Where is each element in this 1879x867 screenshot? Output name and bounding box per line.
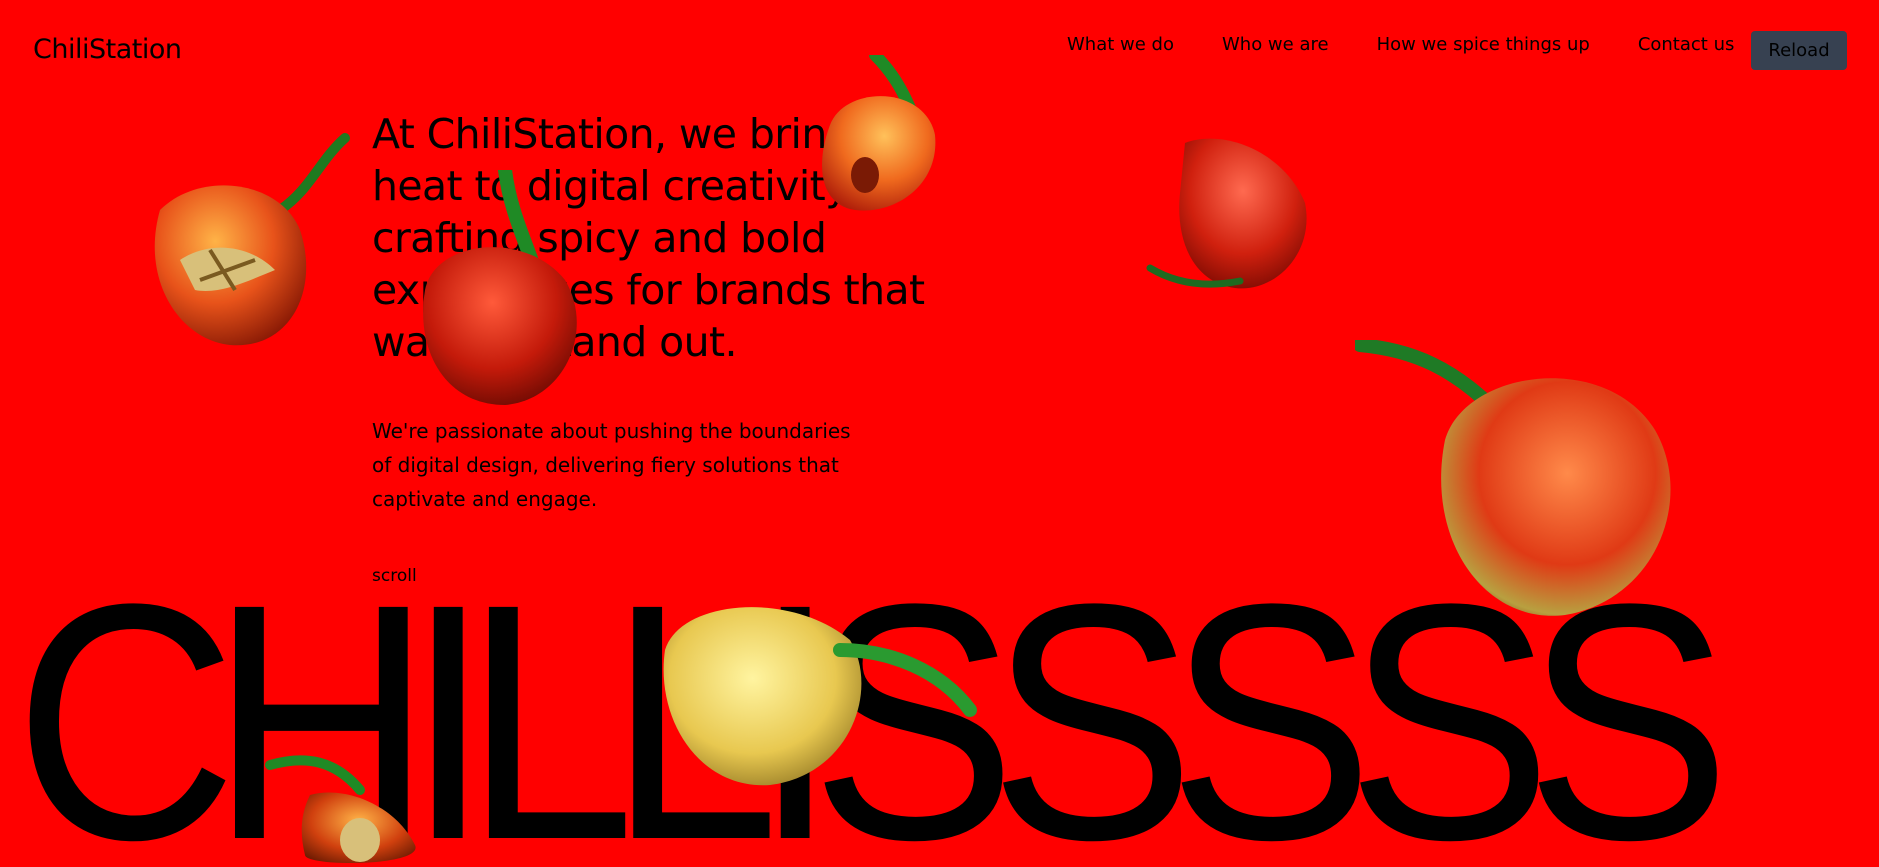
nav-contact-us[interactable]: Contact us [1638, 34, 1735, 55]
nav-how-we-spice[interactable]: How we spice things up [1377, 34, 1590, 55]
hero-lede: We're passionate about pushing the bound… [372, 419, 851, 511]
logo[interactable]: ChiliStation [33, 34, 182, 65]
nav-what-we-do[interactable]: What we do [1067, 34, 1174, 55]
nav-who-we-are[interactable]: Who we are [1222, 34, 1329, 55]
reload-button[interactable]: Reload [1751, 31, 1847, 70]
pepper-image-red-floating [1146, 138, 1307, 289]
main-nav: What we do Who we are How we spice thing… [1067, 34, 1734, 55]
giant-word: CHILLISSSSS [14, 535, 1731, 867]
scroll-indicator[interactable]: scroll [372, 566, 417, 586]
hero-headline: At ChiliStation, we bring the heat to di… [372, 110, 931, 366]
pepper-image-orange-cut [154, 133, 350, 346]
page: ChiliStation What we do Who we are How w… [0, 0, 1879, 867]
